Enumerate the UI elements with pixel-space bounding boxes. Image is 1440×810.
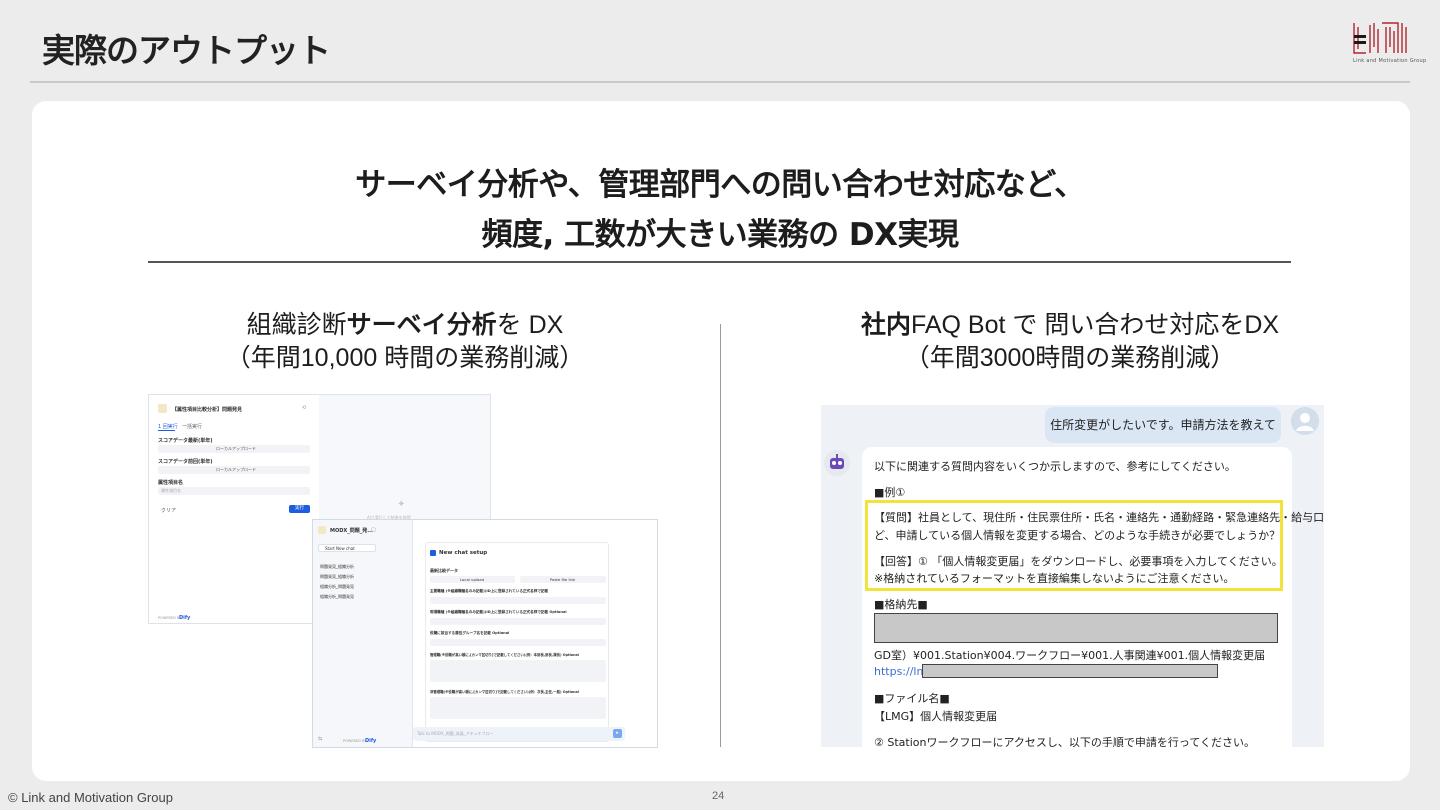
question-5-input[interactable] [430,697,606,719]
bot-response: 以下に関連する質問内容をいくつか示しますので、参考にしてください。 ■例① 【質… [862,447,1324,747]
question-line-2: ど、申請している個人情報を変更する場合、どのような手続きが必要でしょうか？ [874,529,1281,542]
panel-title: New chat setup [439,550,488,556]
user-message: 住所変更がしたいです。申請方法を教えてください。 [1045,407,1281,468]
headline-line-2: 頻度, 工数が大きい業務の DX実現 [481,217,960,253]
title-divider [30,81,1410,83]
chat-setup-panel: New chat setup 最新比較データ Local upload Past… [425,542,609,742]
upload-button-2-label: ローカルアップロード [216,467,256,472]
headline-divider [148,261,1291,263]
local-upload-button[interactable]: Local upload [430,576,515,583]
filename-heading: ■ファイル名■ [874,692,950,705]
sparkle-icon: ✦ [397,499,406,510]
headline-line-1: サーベイ分析や、管理部門への問い合わせ対応など、 [355,167,1085,203]
attribute-input-placeholder: 属性項目名 [161,488,181,493]
right-title-post: FAQ Bot で 問い合わせ対応をDX [910,311,1280,339]
question-1-input[interactable] [430,597,606,604]
dify-logo: Dify [179,615,191,621]
faq-bot-screenshot: 住所変更がしたいです。申請方法を教えてください。 以下に関連する質問内容をいくつ… [821,405,1324,747]
question-line-1: 【質問】社員として、現住所・住民票住所・氏名・連絡先・通勤経路・緊急連絡先・給与… [874,511,1324,524]
section-label: 最新比較データ [430,568,458,573]
bot-avatar-icon [824,450,850,476]
slide-title: 実際のアウトプット [42,31,331,70]
filename: 【LMG】個人情報変更届 [874,710,998,723]
page-number: 24 [712,790,725,802]
chat-app-title: MODX_問題_発... [330,528,373,534]
left-title-bold: サーベイ分析 [346,311,497,339]
clear-button[interactable]: クリア [161,507,176,514]
redacted-block [874,613,1278,643]
headline: サーベイ分析や、管理部門への問い合わせ対応など、 頻度, 工数が大きい業務の D… [0,160,1440,260]
sidebar-toggle-icon[interactable]: ▢ [371,527,376,533]
upload-button-2[interactable]: ローカルアップロード [158,466,310,474]
field1-label: スコアデータ最新(単年) [158,438,213,444]
dify-logo: Dify [365,738,377,744]
field2-label: スコアデータ前回(単年) [158,459,213,465]
right-subtitle: （年間3000時間の業務削減） [904,344,1236,372]
panel-icon [430,550,436,556]
tab-underline [158,430,175,431]
storage-path: GD室）¥001.Station¥004.ワークフロー¥001.人事関連¥001… [874,649,1266,662]
history-item[interactable]: 組織分析_問題発見 [320,584,354,590]
send-icon[interactable]: ▸ [613,729,622,738]
paste-link-label: Paste file link [550,577,576,582]
attribute-input[interactable]: 属性項目名 [158,487,310,495]
powered-by: POWERED BY [158,616,182,620]
app1-header: 【属性項目比較分析】問題発見 [172,407,243,413]
question-4-input[interactable] [430,660,606,682]
step-2: ② Stationワークフローにアクセスし、以下の手順で申請を行ってください。 [874,736,1256,747]
refresh-icon[interactable]: ⟲ [302,405,306,411]
local-upload-label: Local upload [460,577,484,582]
tab-batch-run[interactable]: 一括実行 [182,423,202,430]
footer-copyright: © Link and Motivation Group [8,790,173,805]
app-icon [158,404,167,413]
logo-text: Link and Motivation Group [1353,58,1427,64]
example-heading: ■例① [874,486,906,499]
question-5: 非管理職(※役職が高い順に,[カンマ区切り]で記載してください)(例：次長,主任… [430,690,579,694]
chat-input-placeholder: Talk to MODX_問題_発展_アキュチフロー [417,731,494,736]
chat-sidebar: MODX_問題_発... ▢ Start New chat 問題発見_組織分析 … [313,520,413,747]
paste-link-button[interactable]: Paste file link [520,576,606,583]
history-item[interactable]: 問題発見_組織分析 [320,564,354,570]
chat-setup-screenshot: MODX_問題_発... ▢ Start New chat 問題発見_組織分析 … [312,519,658,748]
settings-icon[interactable]: ⇆ [318,736,322,742]
question-1: 主要職種 (※組織職種名のみ記載)(ID上に登録されている正式名称で記載 [430,589,549,593]
new-chat-button[interactable]: Start New chat [318,544,376,552]
right-column-title: 社内FAQ Bot で 問い合わせ対応をDX （年間3000時間の業務削減） [790,309,1350,375]
column-divider [720,324,721,747]
right-title-bold: 社内 [860,311,911,339]
question-3: 役職に該当する属性グループ名を記載 Optional [430,631,510,635]
powered-by: POWERED BY [343,739,367,743]
question-2-input[interactable] [430,618,606,625]
answer-line-1: 【回答】① 「個人情報変更届」をダウンロードし、必要事項を入力してください。 [874,555,1283,568]
run-button[interactable]: 実行 [289,505,310,513]
upload-button-1[interactable]: ローカルアップロード [158,445,310,453]
answer-line-2: ※格納されているフォーマットを直接編集しないようにご注意ください。 [874,572,1235,585]
field3-label: 属性項目名 [158,480,184,486]
chat-input[interactable]: Talk to MODX_問題_発展_アキュチフロー ▸ [413,727,625,741]
user-avatar-icon [1291,407,1319,435]
left-title-pre: 組織診断 [246,311,347,339]
history-item[interactable]: 組織分析_問題発見 [320,594,354,600]
history-item[interactable]: 問題発見_組織分析 [320,574,354,580]
bot-intro: 以下に関連する質問内容をいくつか示しますので、参考にしてください。 [874,460,1236,473]
storage-heading: ■格納先■ [874,598,928,611]
question-4: 管理職(※役職が高い順に,[カンマ区切り]で記載してください)(例：本部長,部長… [430,653,579,657]
upload-button-1-label: ローカルアップロード [216,446,256,451]
left-subtitle: （年間10,000 時間の業務削減） [225,344,585,372]
storage-link[interactable]: https://lm [874,665,927,678]
redacted-link [922,664,1218,678]
chat-app-icon [318,526,326,534]
question-2: 現場職種 (※組織職種名のみ記載)(ID上に登録されている正式名称で記載 Opt… [430,610,567,614]
tab-single-run[interactable]: 1 回実行 [158,423,178,430]
left-title-post: を DX [496,311,564,339]
question-3-input[interactable] [430,639,606,646]
left-column-title: 組織診断サーベイ分析を DX （年間10,000 時間の業務削減） [150,309,660,375]
new-chat-label: Start New chat [325,546,355,551]
